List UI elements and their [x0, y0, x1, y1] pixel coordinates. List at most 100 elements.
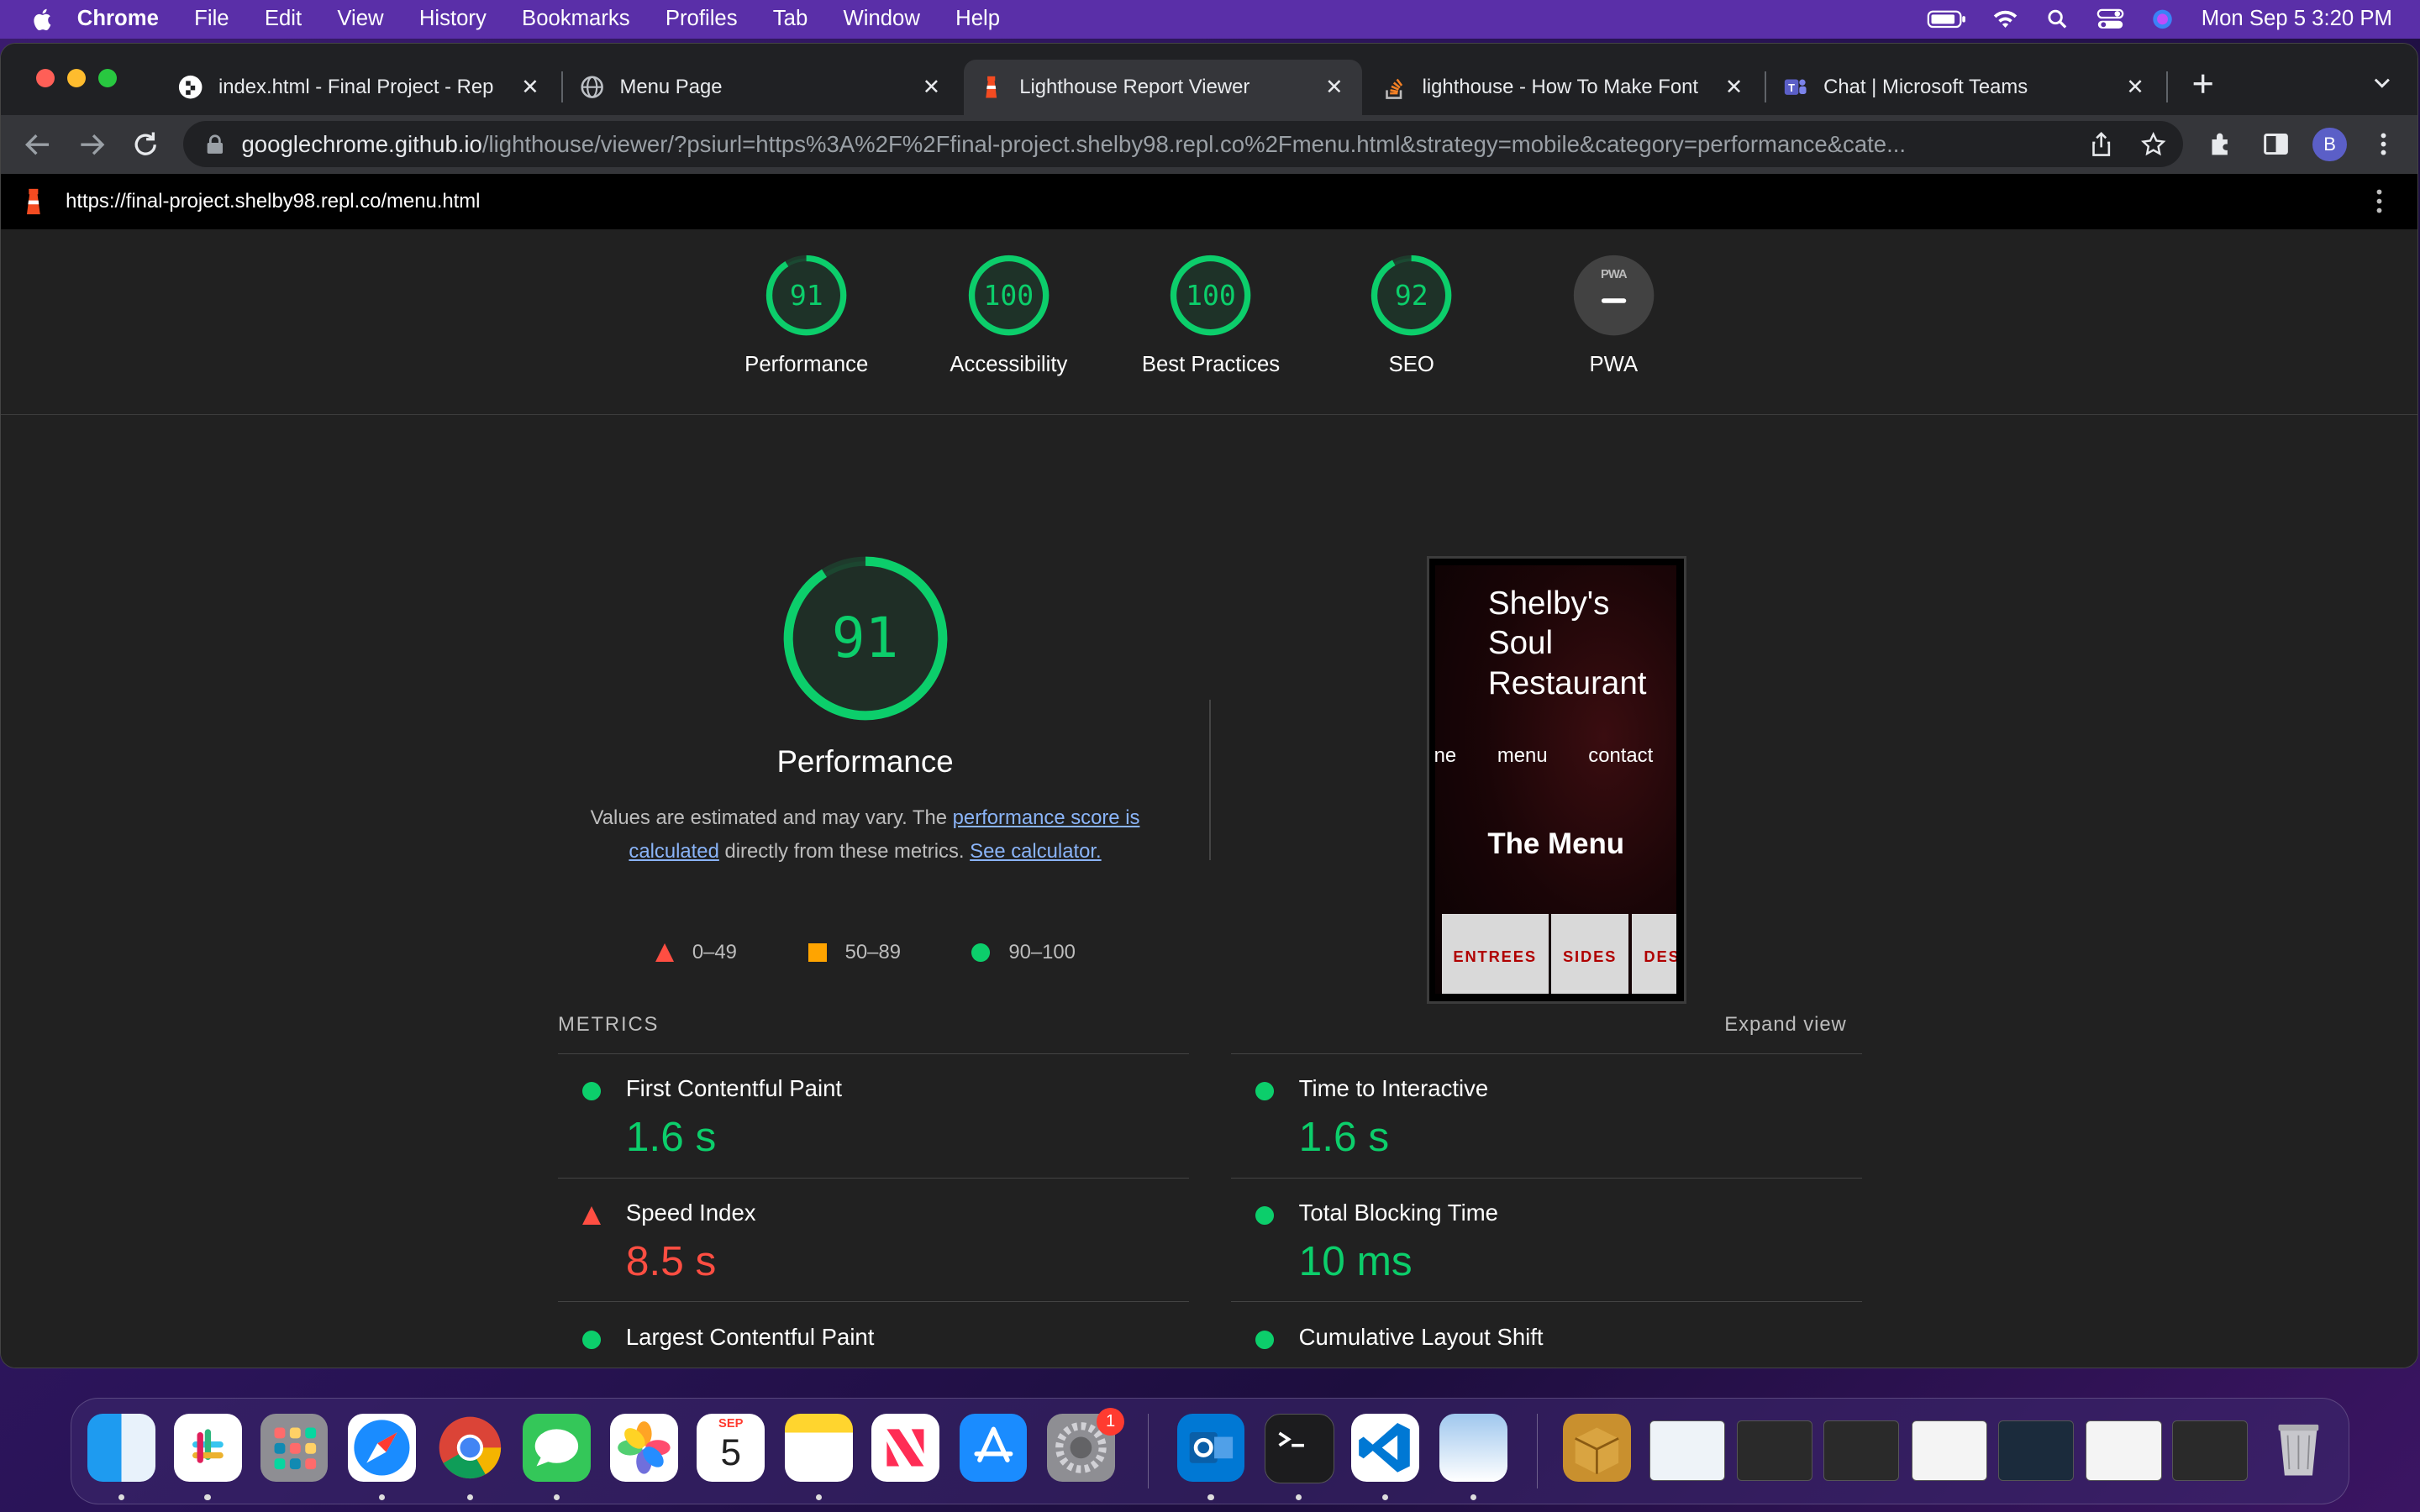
terminal-icon[interactable]: [1265, 1414, 1335, 1484]
minimized-window-thumbnail[interactable]: [1737, 1420, 1813, 1481]
menu-help[interactable]: Help: [955, 7, 1000, 31]
menu-history[interactable]: History: [419, 7, 487, 31]
tab-title: lighthouse - How To Make Font: [1422, 75, 1699, 98]
siri-icon[interactable]: [2149, 8, 2176, 30]
minimized-window-thumbnail[interactable]: [2086, 1420, 2162, 1481]
chrome-icon[interactable]: [436, 1414, 504, 1482]
chrome-menu-kebab-icon[interactable]: [2370, 130, 2397, 158]
slack-icon[interactable]: [173, 1414, 242, 1483]
minimized-window-thumbnail[interactable]: [1649, 1420, 1725, 1481]
reload-icon[interactable]: [129, 128, 162, 161]
extensions-puzzle-icon[interactable]: [2207, 130, 2235, 158]
menu-edit[interactable]: Edit: [265, 7, 302, 31]
performance-title: Performance: [776, 744, 954, 780]
trash-icon[interactable]: [2265, 1414, 2333, 1482]
tab-stackoverflow[interactable]: lighthouse - How To Make Font ✕: [1366, 60, 1761, 115]
zoom-window-button[interactable]: [97, 68, 117, 87]
photos-icon[interactable]: [610, 1414, 679, 1483]
gauge-score: 100: [983, 279, 1034, 312]
close-tab-icon[interactable]: ✕: [1722, 75, 1746, 100]
close-window-button[interactable]: [36, 68, 55, 87]
stackoverflow-icon: [1386, 78, 1402, 99]
minimize-window-button[interactable]: [66, 68, 86, 87]
gauge-performance[interactable]: 91 Performance: [714, 254, 899, 377]
tab-microsoft-teams[interactable]: T Chat | Microsoft Teams ✕: [1768, 60, 2163, 115]
menu-tab[interactable]: Tab: [773, 7, 808, 31]
launchpad-icon[interactable]: [260, 1414, 329, 1483]
tab-menu-page[interactable]: Menu Page ✕: [564, 60, 959, 115]
settings-notification-badge: 1: [1097, 1408, 1125, 1436]
minimized-window-thumbnail[interactable]: [1997, 1420, 2074, 1481]
menu-view[interactable]: View: [337, 7, 383, 31]
gauge-label: Performance: [744, 352, 869, 376]
share-icon[interactable]: [2089, 132, 2113, 156]
spotlight-search-icon[interactable]: [2044, 8, 2071, 30]
news-icon[interactable]: [871, 1414, 939, 1483]
tab-replit[interactable]: index.html - Final Project - Rep ✕: [163, 60, 558, 115]
teams-icon: T: [1785, 79, 1807, 96]
preview-icon[interactable]: [1439, 1414, 1507, 1483]
menu-window[interactable]: Window: [843, 7, 919, 31]
close-tab-icon[interactable]: ✕: [919, 75, 944, 100]
legend-average: 50–89: [808, 941, 901, 964]
menubar-clock[interactable]: Mon Sep 5 3:20 PM: [2202, 7, 2392, 31]
address-url[interactable]: googlechrome.github.io/lighthouse/viewer…: [241, 131, 2047, 158]
minimized-window-thumbnail[interactable]: [2172, 1420, 2249, 1481]
side-panel-icon[interactable]: [2262, 130, 2290, 158]
menu-app-chrome[interactable]: Chrome: [77, 7, 159, 31]
category-gauges: 91 Performance 100 Accessibility 100 Bes…: [1, 229, 2418, 416]
menu-bookmarks[interactable]: Bookmarks: [522, 7, 630, 31]
expand-view-toggle[interactable]: Expand view: [1724, 1013, 1846, 1037]
vscode-icon[interactable]: [1351, 1414, 1419, 1483]
address-bar[interactable]: googlechrome.github.io/lighthouse/viewer…: [182, 121, 2184, 168]
final-screenshot[interactable]: Shelby's Soul Restaurant ne menu contact…: [1427, 556, 1686, 1004]
finder-icon[interactable]: [87, 1414, 155, 1483]
menu-file[interactable]: File: [194, 7, 229, 31]
archive-utility-icon[interactable]: [1562, 1414, 1631, 1483]
notes-icon[interactable]: [785, 1414, 853, 1483]
legend-range: 90–100: [1008, 940, 1076, 963]
gauge-accessibility[interactable]: 100 Accessibility: [916, 254, 1101, 377]
fail-triangle-icon: [582, 1205, 602, 1225]
wifi-icon[interactable]: [1991, 8, 2019, 30]
minimized-window-thumbnail[interactable]: [1911, 1420, 1987, 1481]
metrics-column-right: Time to Interactive 1.6 s Total Blocking…: [1230, 1053, 1863, 1368]
battery-icon[interactable]: [1927, 8, 1967, 30]
back-icon[interactable]: [21, 128, 55, 161]
app-store-icon[interactable]: [959, 1414, 1028, 1483]
close-tab-icon[interactable]: ✕: [1322, 75, 1346, 100]
outlook-icon[interactable]: [1176, 1414, 1245, 1483]
report-tools-menu-icon[interactable]: [2375, 187, 2384, 215]
metric-name: First Contentful Paint: [625, 1075, 843, 1102]
pass-circle-icon: [1255, 1081, 1275, 1100]
menu-profiles[interactable]: Profiles: [666, 7, 738, 31]
site-tab-desserts: DES: [1631, 913, 1676, 995]
see-calculator-link[interactable]: See calculator.: [970, 840, 1102, 863]
apple-icon[interactable]: [31, 7, 55, 31]
close-tab-icon[interactable]: ✕: [518, 75, 542, 100]
performance-description: Values are estimated and may vary. The p…: [587, 801, 1143, 869]
bookmark-star-icon[interactable]: [2141, 132, 2166, 156]
gauge-best-practices[interactable]: 100 Best Practices: [1118, 254, 1303, 377]
site-title-line: Soul: [1487, 625, 1554, 662]
gauge-label: PWA: [1589, 352, 1639, 376]
metric-name: Cumulative Layout Shift: [1298, 1324, 1544, 1351]
gauge-label: Accessibility: [950, 352, 1068, 376]
messages-icon[interactable]: [522, 1414, 591, 1483]
running-indicator: [1295, 1494, 1302, 1501]
calendar-icon[interactable]: SEP 5: [697, 1414, 765, 1483]
lock-icon[interactable]: [204, 134, 226, 155]
section-divider: [1209, 700, 1211, 861]
new-tab-icon[interactable]: [2191, 71, 2215, 96]
gauge-pwa[interactable]: PWA PWA: [1521, 254, 1706, 377]
tab-lighthouse-report-viewer[interactable]: Lighthouse Report Viewer ✕: [964, 59, 1362, 115]
running-indicator: [204, 1494, 211, 1501]
gauge-seo[interactable]: 92 SEO: [1319, 254, 1504, 377]
profile-avatar[interactable]: B: [2312, 127, 2347, 161]
close-tab-icon[interactable]: ✕: [2123, 75, 2147, 100]
safari-icon[interactable]: [348, 1414, 417, 1483]
tab-search-chevron-icon[interactable]: [2371, 71, 2393, 93]
forward-icon[interactable]: [75, 128, 108, 161]
minimized-window-thumbnail[interactable]: [1823, 1420, 1900, 1481]
control-center-icon[interactable]: [2096, 8, 2124, 30]
